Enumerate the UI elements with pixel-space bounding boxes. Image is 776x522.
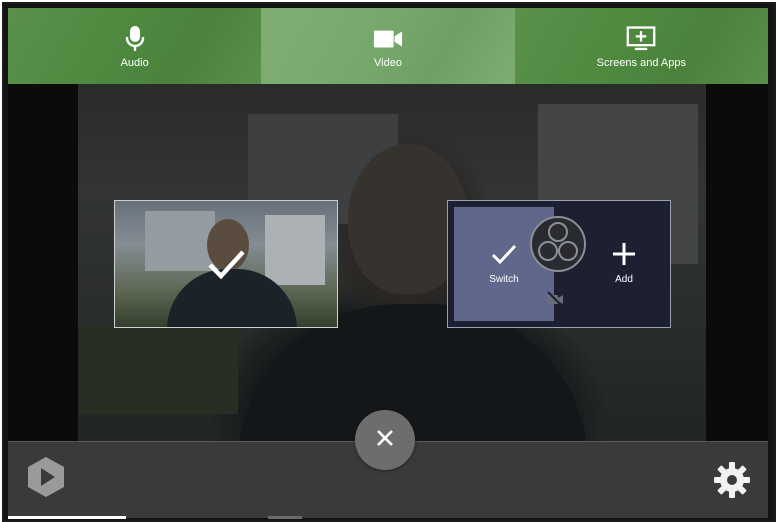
add-button[interactable]: Add xyxy=(584,207,664,321)
gear-icon[interactable] xyxy=(712,460,752,500)
microphone-icon xyxy=(120,24,150,54)
obs-logo-icon xyxy=(529,215,587,273)
indicator-handle xyxy=(268,516,302,519)
tab-screens-and-apps[interactable]: Screens and Apps xyxy=(514,8,768,84)
tab-screens-label: Screens and Apps xyxy=(596,56,686,69)
add-label: Add xyxy=(615,274,633,285)
plus-icon xyxy=(613,243,635,270)
close-button[interactable] xyxy=(355,410,415,470)
indicator-strip xyxy=(8,516,126,519)
source-type-tabs: Audio Video Screens and Apps xyxy=(8,8,768,84)
obs-source-tile: Switch Add xyxy=(447,200,671,328)
tab-video-label: Video xyxy=(374,56,402,69)
camera-off-icon xyxy=(546,291,564,307)
video-camera-icon xyxy=(373,24,403,54)
video-preview-area: Switch Add xyxy=(8,84,768,441)
close-icon xyxy=(376,429,394,452)
tab-video[interactable]: Video xyxy=(261,8,515,84)
tab-audio[interactable]: Audio xyxy=(8,8,262,84)
webcam-source-tile[interactable] xyxy=(114,200,338,328)
switch-label: Switch xyxy=(489,274,519,285)
tab-audio-label: Audio xyxy=(120,56,149,69)
screen-add-icon xyxy=(626,24,656,54)
app-logo-icon xyxy=(26,455,66,499)
checkmark-icon xyxy=(491,243,517,270)
checkmark-icon xyxy=(206,244,246,284)
